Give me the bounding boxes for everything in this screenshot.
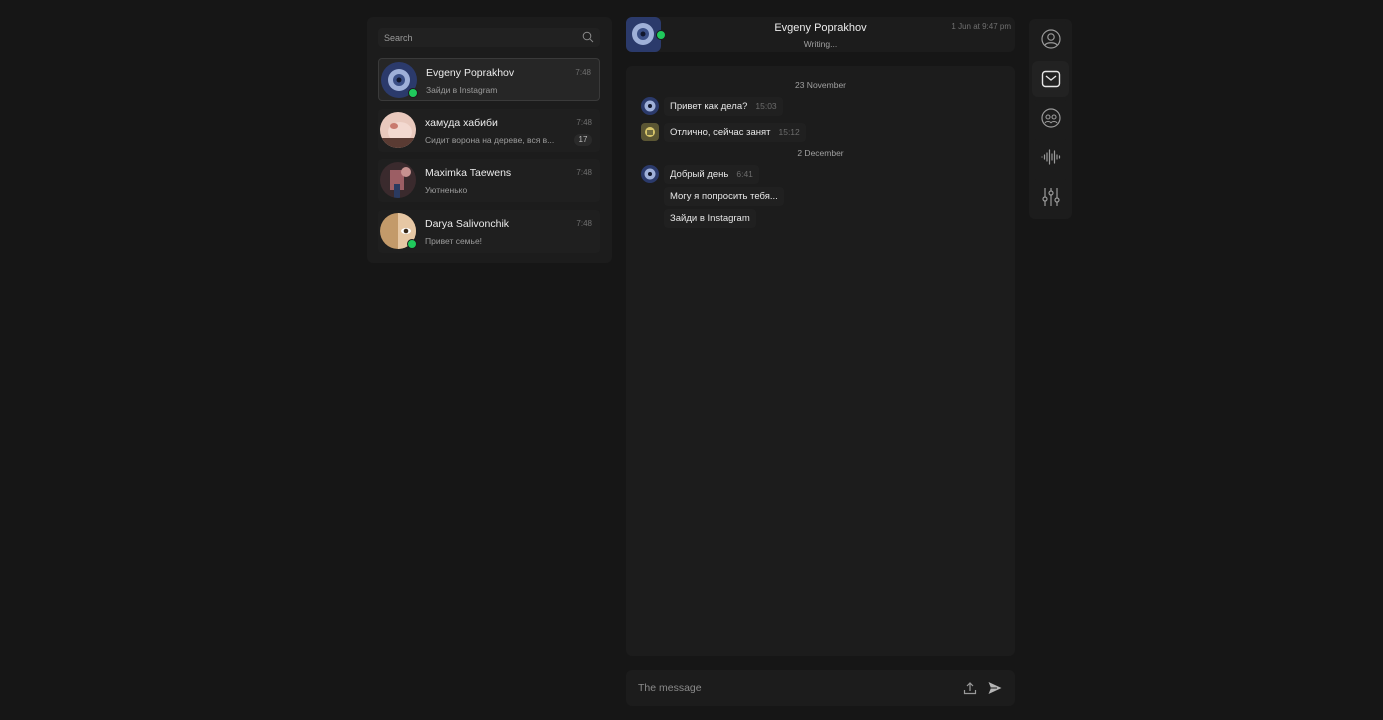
profile-button[interactable] [1032, 21, 1069, 57]
message-text: Привет как дела? [670, 101, 748, 112]
sliders-icon [1041, 188, 1060, 206]
chat-preview: Сидит ворона на дереве, вся в... [425, 135, 555, 145]
message-text: Добрый день [670, 169, 729, 180]
chat-name: Maximka Taewens [425, 167, 512, 179]
waveform-icon [1040, 149, 1060, 165]
search-icon[interactable] [582, 31, 594, 43]
side-toolbar [1029, 19, 1072, 219]
chat-name: Evgeny Poprakhov [426, 67, 515, 79]
date-separator: 2 December [797, 148, 844, 158]
date-separator: 23 November [794, 80, 847, 90]
chat-name: хамуда хабиби [425, 117, 498, 129]
audio-button[interactable] [1032, 139, 1069, 175]
chat-item-hamuda-habibi[interactable]: хамуда хабиби 7:48 Сидит ворона на дерев… [378, 109, 600, 152]
message-bubble: Привет как дела? 15:03 [664, 97, 783, 116]
settings-button[interactable] [1032, 179, 1069, 215]
chat-time: 7:48 [576, 219, 592, 228]
last-seen-date: 1 Jun at 9:47 pm [951, 22, 1011, 31]
messages-button[interactable] [1032, 61, 1069, 97]
chat-item-evgeny-poprakhov[interactable]: Evgeny Poprakhov 7:48 Зайди в Instagram [378, 58, 600, 101]
avatar [641, 165, 659, 183]
message-bubble: Могу я попросить тебя... [664, 187, 784, 206]
typing-status: Writing... [803, 39, 838, 49]
chat-item-maximka-taewens[interactable]: Maximka Taewens 7:48 Уютненько [378, 159, 600, 202]
online-indicator [407, 239, 417, 249]
chat-time: 7:48 [576, 168, 592, 177]
message-composer [626, 670, 1015, 706]
avatar [380, 112, 416, 148]
avatar [641, 123, 659, 141]
message-input[interactable] [626, 670, 948, 706]
upload-icon[interactable] [962, 680, 978, 696]
chat-time: 7:48 [575, 68, 591, 77]
chat-preview: Уютненько [425, 185, 468, 195]
message-text: Могу я попросить тебя... [670, 191, 778, 202]
message-bubble: Зайди в Instagram [664, 209, 756, 228]
chat-name: Darya Salivonchik [425, 218, 510, 230]
profile-icon [1040, 29, 1061, 49]
message-bubble: Отлично, сейчас занят 15:12 [664, 123, 806, 142]
search-input[interactable] [378, 28, 574, 47]
mail-icon [1041, 70, 1060, 88]
groups-button[interactable] [1032, 100, 1069, 136]
chat-header: Evgeny Poprakhov Writing... 1 Jun at 9:4… [626, 17, 1015, 52]
message-area: 23 November Привет как дела? 15:03 Отличн… [626, 66, 1015, 656]
group-icon [1040, 108, 1061, 128]
chat-preview: Зайди в Instagram [426, 85, 498, 95]
message-text: Зайди в Instagram [670, 213, 750, 224]
message-time: 15:12 [778, 127, 800, 137]
avatar [380, 162, 416, 198]
unread-badge: 17 [574, 134, 592, 146]
avatar [641, 97, 659, 115]
search-bar [378, 28, 600, 47]
send-icon[interactable] [987, 680, 1003, 696]
message-bubble: Добрый день 6:41 [664, 165, 759, 184]
chat-item-darya-salivonchik[interactable]: Darya Salivonchik 7:48 Привет семье! [378, 210, 600, 253]
message-time: 6:41 [736, 169, 753, 179]
chat-preview: Привет семье! [425, 236, 483, 246]
chat-time: 7:48 [576, 118, 592, 127]
message-text: Отлично, сейчас занят [670, 127, 771, 138]
online-indicator [408, 88, 418, 98]
chat-list-panel: Evgeny Poprakhov 7:48 Зайди в Instagram … [367, 17, 612, 263]
message-time: 15:03 [755, 101, 777, 111]
